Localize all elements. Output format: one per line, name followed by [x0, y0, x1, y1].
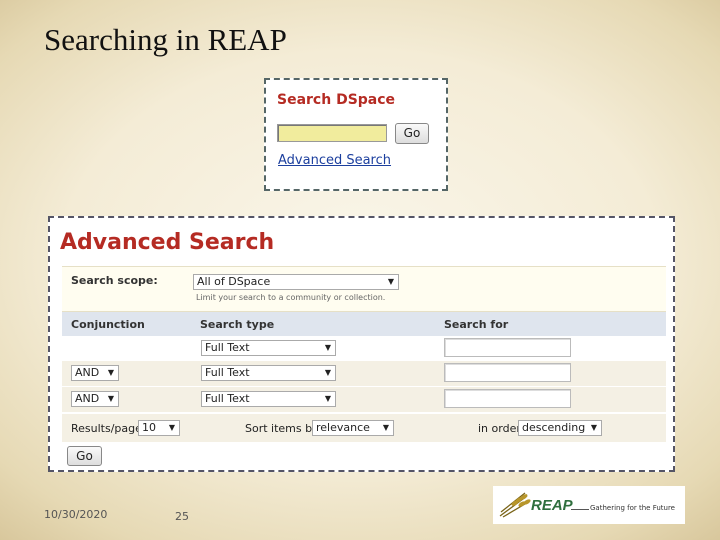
chevron-down-icon: ▼: [590, 423, 597, 432]
simple-search-input[interactable]: [277, 124, 387, 142]
results-options-row: Results/page 10 ▼ Sort items by relevanc…: [62, 414, 666, 442]
advanced-search-link[interactable]: Advanced Search: [278, 153, 391, 168]
search-type-select-3[interactable]: Full Text ▼: [201, 391, 336, 407]
advanced-search-panel: Advanced Search Search scope: All of DSp…: [48, 216, 675, 472]
chevron-down-icon: ▼: [324, 368, 331, 377]
search-scope-select[interactable]: All of DSpace ▼: [193, 274, 399, 290]
search-type-header: Search type: [200, 318, 275, 331]
results-per-page-label: Results/page: [71, 422, 142, 435]
conjunction-header: Conjunction: [71, 318, 145, 331]
simple-search-box: Search DSpace Go Advanced Search: [264, 78, 448, 191]
logo-tagline: Gathering for the Future: [590, 504, 675, 512]
search-type-select-2[interactable]: Full Text ▼: [201, 365, 336, 381]
sort-by-select[interactable]: relevance ▼: [312, 420, 394, 436]
results-per-page-select[interactable]: 10 ▼: [138, 420, 180, 436]
search-type-select-1[interactable]: Full Text ▼: [201, 340, 336, 356]
reap-logo: REAP Gathering for the Future: [493, 486, 685, 524]
wheat-icon: [499, 492, 531, 518]
search-for-input-1[interactable]: [444, 338, 571, 357]
search-scope-value: All of DSpace: [197, 275, 271, 288]
slide-date: 10/30/2020: [44, 508, 108, 521]
slide-title: Searching in REAP: [44, 22, 287, 57]
chevron-down-icon: ▼: [387, 277, 394, 286]
advanced-search-title: Advanced Search: [60, 230, 275, 255]
search-scope-label: Search scope:: [71, 274, 158, 287]
search-scope-row: Search scope: All of DSpace ▼ Limit your…: [62, 266, 666, 312]
chevron-down-icon: ▼: [168, 423, 175, 432]
simple-search-title: Search DSpace: [277, 92, 396, 108]
conjunction-select-2[interactable]: AND ▼: [71, 365, 119, 381]
criteria-row-3: AND ▼ Full Text ▼: [62, 386, 666, 412]
search-for-header: Search for: [444, 318, 509, 331]
chevron-down-icon: ▼: [324, 394, 331, 403]
search-for-input-3[interactable]: [444, 389, 571, 408]
sort-by-label: Sort items by: [245, 422, 319, 435]
search-for-input-2[interactable]: [444, 363, 571, 382]
criteria-row-1: Full Text ▼: [62, 336, 666, 361]
logo-name: REAP: [531, 497, 573, 514]
advanced-search-go-button[interactable]: Go: [67, 446, 102, 466]
order-select[interactable]: descending ▼: [518, 420, 602, 436]
chevron-down-icon: ▼: [382, 423, 389, 432]
search-scope-hint: Limit your search to a community or coll…: [196, 293, 386, 302]
conjunction-select-3[interactable]: AND ▼: [71, 391, 119, 407]
order-label: in order: [478, 422, 521, 435]
criteria-row-2: AND ▼ Full Text ▼: [62, 361, 666, 386]
slide-page-number: 25: [175, 510, 189, 523]
chevron-down-icon: ▼: [324, 343, 331, 352]
simple-search-go-button[interactable]: Go: [395, 123, 429, 144]
chevron-down-icon: ▼: [107, 394, 114, 403]
chevron-down-icon: ▼: [107, 368, 114, 377]
criteria-header-row: Conjunction Search type Search for: [62, 312, 666, 336]
logo-divider: [571, 509, 589, 510]
